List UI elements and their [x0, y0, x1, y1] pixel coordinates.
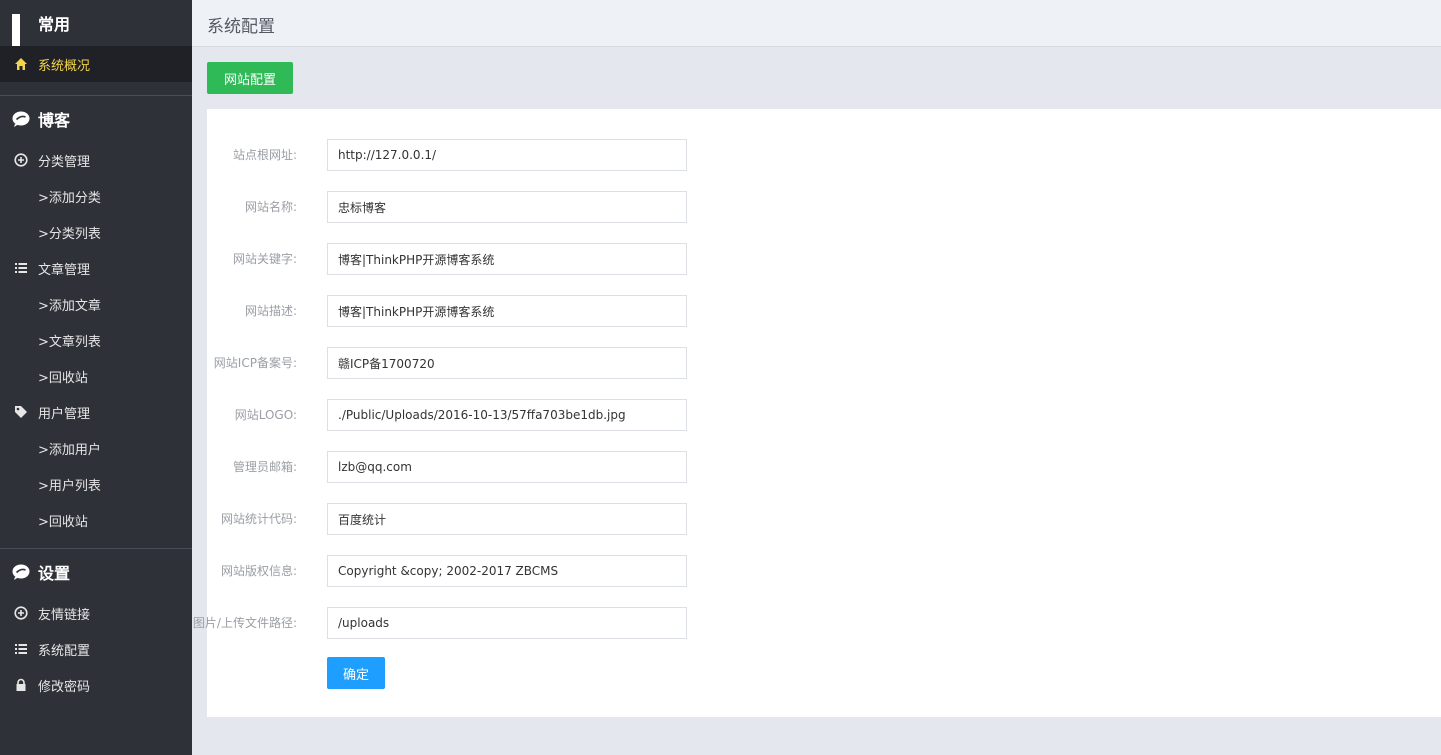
- form-row-admin-email: 管理员邮箱:: [207, 451, 907, 483]
- sidebar-item-system-config[interactable]: 系统配置: [0, 631, 192, 667]
- stats-code-input[interactable]: [327, 503, 687, 535]
- section-title: 设置: [38, 564, 71, 583]
- field-label: 图片/上传文件路径:: [192, 616, 297, 630]
- sidebar: 常用 系统概况 博客 分类管理 >添加分类 >分类列表 文章管理 >添加文章 >…: [0, 0, 192, 755]
- field-label: 网站关键字:: [232, 252, 297, 266]
- field-label: 网站版权信息:: [220, 564, 297, 578]
- admin-email-input[interactable]: [327, 451, 687, 483]
- section-title: 常用: [38, 15, 71, 34]
- sidebar-subitem-user-recycle[interactable]: >回收站: [0, 502, 192, 538]
- copyright-input[interactable]: [327, 555, 687, 587]
- form-row-upload-path: 图片/上传文件路径:: [193, 607, 907, 639]
- sidebar-item-label: 修改密码: [38, 679, 91, 695]
- page-title: 系统配置: [207, 17, 275, 37]
- sidebar-subitem-add-user[interactable]: >添加用户: [0, 430, 192, 466]
- lock-icon: [14, 678, 28, 692]
- site-name-input[interactable]: [327, 191, 687, 223]
- sidebar-item-label: 系统概况: [38, 58, 91, 74]
- list-icon: [14, 261, 28, 275]
- submit-button[interactable]: 确定: [327, 657, 385, 689]
- form-row-site-name: 网站名称:: [207, 191, 907, 223]
- description-input[interactable]: [327, 295, 687, 327]
- sidebar-subitem-article-list[interactable]: >文章列表: [0, 322, 192, 358]
- sidebar-item-label: 文章管理: [38, 262, 91, 278]
- sidebar-subitem-add-category[interactable]: >添加分类: [0, 178, 192, 214]
- icp-input[interactable]: [327, 347, 687, 379]
- upload-path-input[interactable]: [327, 607, 687, 639]
- field-label: 管理员邮箱:: [232, 460, 297, 474]
- logo-input[interactable]: [327, 399, 687, 431]
- field-label: 网站描述:: [244, 304, 297, 318]
- form-row-description: 网站描述:: [207, 295, 907, 327]
- site-url-input[interactable]: [327, 139, 687, 171]
- home-icon: [14, 57, 28, 71]
- sidebar-section-common: 常用: [0, 0, 192, 46]
- sidebar-item-article[interactable]: 文章管理: [0, 250, 192, 286]
- field-label: 网站名称:: [244, 200, 297, 214]
- sidebar-item-label: 友情链接: [38, 607, 91, 623]
- form-row-logo: 网站LOGO:: [207, 399, 907, 431]
- sidebar-item-change-password[interactable]: 修改密码: [0, 667, 192, 703]
- sidebar-item-category[interactable]: 分类管理: [0, 142, 192, 178]
- grid-icon: [12, 14, 30, 46]
- sidebar-item-overview[interactable]: 系统概况: [0, 46, 192, 82]
- field-label: 网站统计代码:: [220, 512, 297, 526]
- sidebar-item-user[interactable]: 用户管理: [0, 394, 192, 430]
- sidebar-section-settings: 设置: [0, 549, 192, 595]
- list-icon: [14, 642, 28, 656]
- form-row-icp: 网站ICP备案号:: [207, 347, 907, 379]
- keywords-input[interactable]: [327, 243, 687, 275]
- field-label: 站点根网址:: [232, 148, 297, 162]
- config-form-panel: 站点根网址: 网站名称: 网站关键字: 网站描述: 网站ICP备案号: 网站LO…: [193, 109, 1441, 717]
- sidebar-item-links[interactable]: 友情链接: [0, 595, 192, 631]
- form-row-site-url: 站点根网址:: [207, 139, 907, 171]
- form-row-keywords: 网站关键字:: [207, 243, 907, 275]
- top-header: 系统配置: [192, 0, 1441, 47]
- tag-icon: [14, 405, 28, 419]
- sidebar-section-blog: 博客: [0, 96, 192, 142]
- sidebar-item-label: 用户管理: [38, 406, 91, 422]
- sidebar-item-label: 分类管理: [38, 154, 91, 170]
- plus-circle-icon: [14, 153, 28, 167]
- form-row-copyright: 网站版权信息:: [207, 555, 907, 587]
- chat-icon: [12, 110, 30, 128]
- chat-icon: [12, 563, 30, 581]
- section-title: 博客: [38, 111, 71, 130]
- tab-site-config[interactable]: 网站配置: [207, 62, 293, 94]
- field-label: 网站LOGO:: [234, 408, 297, 422]
- plus-circle-icon: [14, 606, 28, 620]
- sidebar-item-label: 系统配置: [38, 643, 91, 659]
- sidebar-subitem-user-list[interactable]: >用户列表: [0, 466, 192, 502]
- sidebar-subitem-article-recycle[interactable]: >回收站: [0, 358, 192, 394]
- form-row-stats-code: 网站统计代码:: [207, 503, 907, 535]
- sidebar-subitem-category-list[interactable]: >分类列表: [0, 214, 192, 250]
- field-label: 网站ICP备案号:: [213, 356, 297, 370]
- sidebar-subitem-add-article[interactable]: >添加文章: [0, 286, 192, 322]
